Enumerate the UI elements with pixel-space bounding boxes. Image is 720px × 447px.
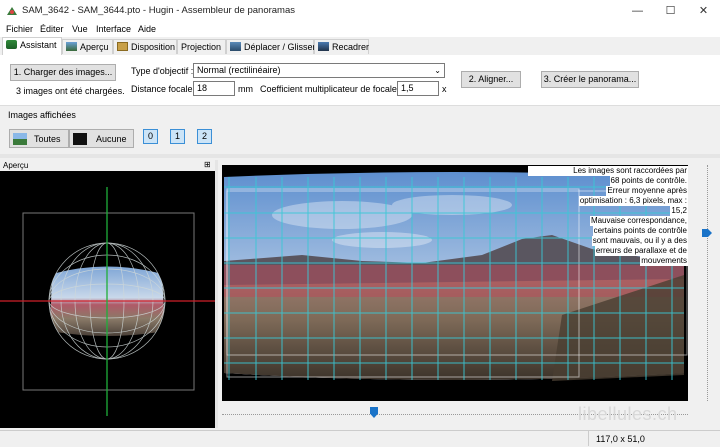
tab-bar: Assistant Aperçu Disposition Projection …: [0, 37, 720, 56]
show-all-label: Toutes: [34, 134, 61, 144]
slider-thumb[interactable]: [370, 407, 378, 418]
slider-track: [707, 165, 709, 401]
status-divider: [588, 431, 589, 446]
slider-thumb[interactable]: [702, 229, 712, 237]
crop-factor-input[interactable]: 1,5: [397, 81, 439, 96]
info-line: optimisation : 6,3 pixels, max :: [578, 196, 688, 206]
tab-label: Déplacer / Glisser: [244, 42, 316, 52]
crop-factor-label: Coefficient multiplicateur de focale :: [260, 84, 402, 94]
load-status: 3 images ont été chargées.: [16, 86, 125, 96]
no-images-icon: [73, 133, 87, 145]
lens-type-label: Type d'objectif :: [131, 66, 194, 76]
tab-label: Recadrer: [332, 42, 370, 52]
tab-projection[interactable]: Projection: [177, 39, 226, 54]
image-toggle-2[interactable]: 2: [197, 129, 212, 144]
tab-disposition[interactable]: Disposition: [113, 39, 177, 54]
maximize-button[interactable]: ☐: [654, 0, 687, 22]
sphere-preview[interactable]: [0, 171, 215, 428]
info-line: Mauvaise correspondance,: [589, 216, 688, 226]
pin-icon[interactable]: ⊞: [204, 160, 211, 169]
wizard-icon: [6, 40, 17, 49]
align-button[interactable]: 2. Aligner...: [461, 71, 521, 88]
tab-deplacer-glisser[interactable]: Déplacer / Glisser: [226, 39, 316, 54]
chevron-down-icon: ⌄: [434, 66, 441, 75]
tab-label: Disposition: [131, 42, 176, 52]
displayed-images-label: Images affichées: [8, 110, 76, 120]
info-line: Erreur moyenne après: [606, 186, 688, 196]
tab-recadrer[interactable]: Recadrer: [314, 39, 369, 54]
show-none-button[interactable]: Aucune: [69, 129, 134, 148]
crop-icon: [318, 42, 329, 51]
info-line: erreurs de parallaxe et de: [594, 246, 688, 256]
preview-header: Aperçu ⊞: [0, 160, 215, 171]
tab-label: Projection: [181, 42, 222, 52]
tab-label: Aperçu: [80, 42, 109, 52]
sphere-preview-graphic: [0, 187, 215, 416]
layout-icon: [117, 42, 128, 51]
menu-aide[interactable]: Aide: [138, 24, 156, 34]
preview-icon: [66, 42, 77, 51]
drag-icon: [230, 42, 241, 51]
info-line: sont mauvais, ou il y a des: [591, 236, 688, 246]
show-all-button[interactable]: Toutes: [9, 129, 69, 148]
lens-type-value: Normal (rectilinéaire): [197, 65, 281, 75]
info-line: Les images sont raccordées par: [528, 166, 688, 176]
vertical-fov-slider[interactable]: [702, 165, 714, 401]
assistant-panel: 1. Charger des images... 3 images ont ét…: [0, 55, 720, 106]
load-images-button[interactable]: 1. Charger des images...: [10, 64, 116, 81]
tab-label: Assistant: [20, 40, 57, 50]
alignment-info: Les images sont raccordées par 68 points…: [528, 166, 688, 266]
info-line: mouvements: [640, 256, 688, 266]
image-toggle-1[interactable]: 1: [170, 129, 185, 144]
info-line: 68 points de contrôle.: [609, 176, 688, 186]
menu-vue[interactable]: Vue: [72, 24, 88, 34]
minimize-button[interactable]: —: [621, 0, 654, 22]
crop-factor-unit: x: [442, 84, 447, 94]
horizontal-splitter[interactable]: [0, 154, 720, 158]
lens-type-select[interactable]: Normal (rectilinéaire) ⌄: [193, 63, 445, 78]
status-fov: 117,0 x 51,0: [596, 434, 645, 444]
watermark-text: libellules.ch: [578, 404, 678, 424]
info-line: 15,2: [670, 206, 688, 216]
menu-bar: Fichier Éditer Vue Interface Aide: [0, 22, 720, 37]
focal-length-input[interactable]: 18: [193, 81, 235, 96]
create-panorama-button[interactable]: 3. Créer le panorama...: [541, 71, 639, 88]
menu-interface[interactable]: Interface: [96, 24, 131, 34]
title-bar: SAM_3642 - SAM_3644.pto - Hugin - Assemb…: [0, 0, 720, 22]
tab-assistant[interactable]: Assistant: [2, 37, 62, 56]
status-bar: 117,0 x 51,0: [0, 430, 720, 447]
image-toggle-0[interactable]: 0: [143, 129, 158, 144]
tab-apercu[interactable]: Aperçu: [62, 39, 113, 54]
hugin-app-icon: [7, 7, 17, 15]
window-title: SAM_3642 - SAM_3644.pto - Hugin - Assemb…: [22, 5, 296, 16]
focal-length-label: Distance focale :: [131, 84, 198, 94]
menu-editer[interactable]: Éditer: [40, 24, 64, 34]
menu-fichier[interactable]: Fichier: [6, 24, 33, 34]
preview-label: Aperçu: [3, 161, 29, 170]
close-button[interactable]: ✕: [687, 0, 720, 22]
focal-unit: mm: [238, 84, 253, 94]
show-none-label: Aucune: [96, 134, 127, 144]
all-images-icon: [13, 133, 27, 145]
info-line: certains points de contrôle: [592, 226, 688, 236]
